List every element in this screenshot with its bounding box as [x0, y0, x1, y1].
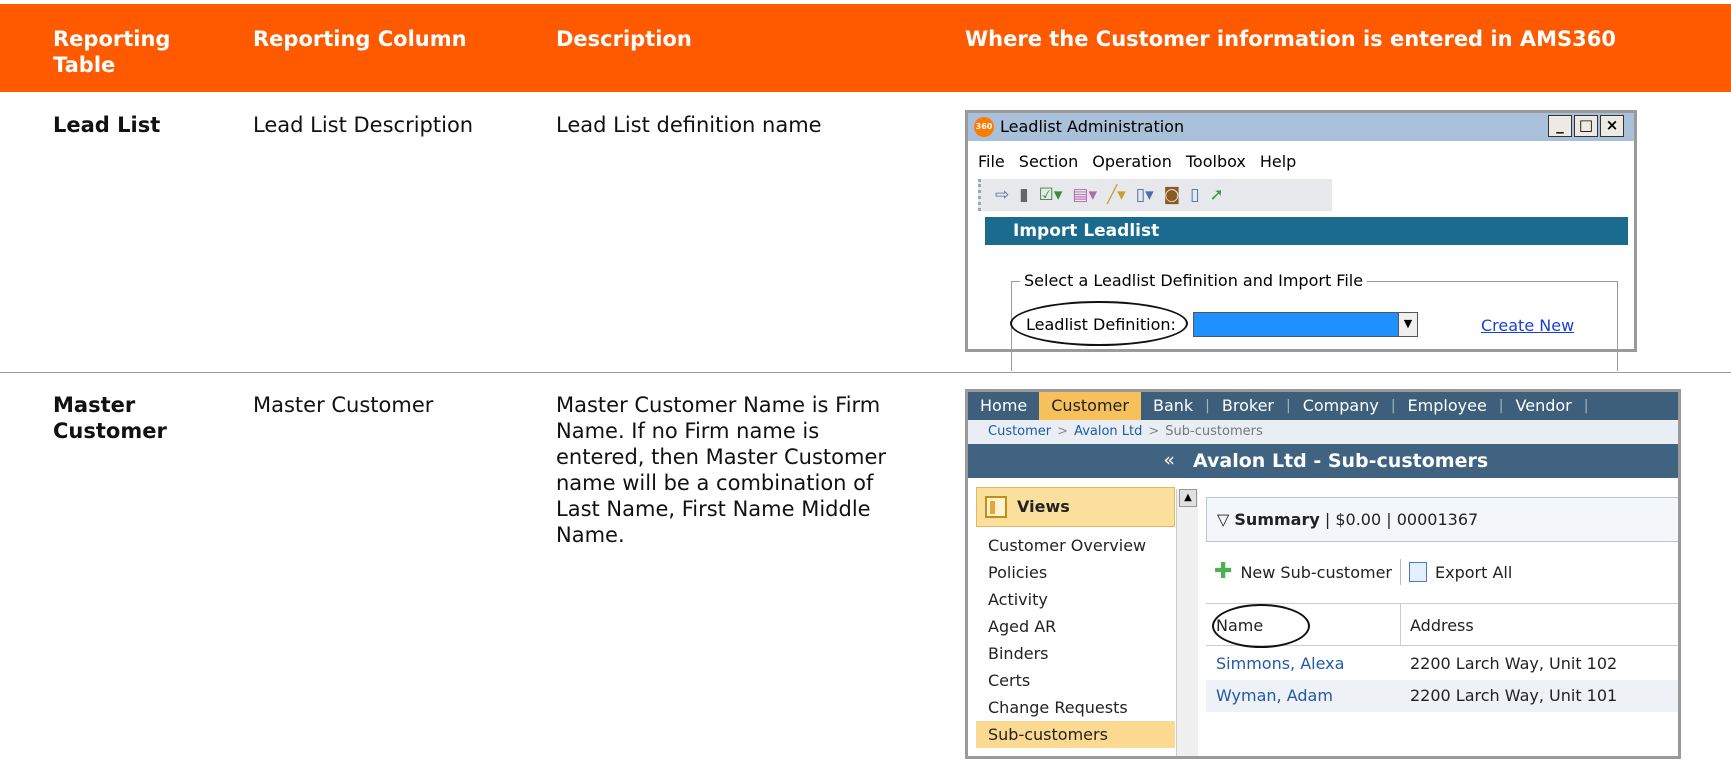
close-button[interactable]: × [1600, 115, 1624, 137]
checklist-icon[interactable]: ☑▾ [1039, 185, 1063, 205]
table-row[interactable]: Simmons, Alexa 2200 Larch Way, Unit 102 [1206, 648, 1678, 680]
header-reporting-column: Reporting Column [253, 27, 467, 51]
customer-name-link[interactable]: Simmons, Alexa [1216, 648, 1344, 680]
export-all-button[interactable]: Export All [1435, 563, 1512, 582]
pen-icon[interactable]: ╱▾ [1107, 185, 1126, 205]
summary-label: Summary [1234, 510, 1320, 529]
nav-company[interactable]: Company [1291, 392, 1391, 420]
menu-customer-overview[interactable]: Customer Overview [976, 532, 1175, 559]
menu-section[interactable]: Section [1019, 152, 1078, 171]
group-legend: Select a Leadlist Definition and Import … [1020, 271, 1368, 290]
window-controls: _ □ × [1548, 115, 1624, 137]
row1-description: Lead List definition name [556, 113, 822, 137]
phone-icon[interactable]: ▮ [1019, 185, 1028, 205]
book-icon[interactable]: ▤▾ [1072, 185, 1097, 205]
table-header: Reporting Table Reporting Column Descrip… [0, 4, 1731, 92]
column-divider [1400, 604, 1401, 646]
minimize-button[interactable]: _ [1548, 115, 1572, 137]
breadcrumb-customer[interactable]: Customer [988, 424, 1051, 439]
breadcrumb-separator: > [1148, 424, 1160, 439]
leadlist-definition-select[interactable]: ▼ [1193, 312, 1418, 337]
highlight-oval [1212, 604, 1310, 648]
breadcrumb: Customer > Avalon Ltd > Sub-customers [968, 420, 1678, 444]
leadlist-definition-label: Leadlist Definition: [1026, 315, 1176, 334]
window-title: Leadlist Administration [1000, 117, 1185, 136]
collapse-sidebar-button[interactable]: « [968, 444, 1183, 478]
menu-binders[interactable]: Binders [976, 640, 1175, 667]
menu-bar: File Section Operation Toolbox Help [978, 152, 1296, 171]
row2-reporting-column: Master Customer [253, 393, 434, 417]
binoculars-icon[interactable]: ◙ [1164, 185, 1181, 205]
customer-address: 2200 Larch Way, Unit 102 [1410, 654, 1618, 673]
plus-icon: ✚ [1214, 559, 1233, 584]
breadcrumb-avalon[interactable]: Avalon Ltd [1074, 424, 1142, 439]
table-row[interactable]: Wyman, Adam 2200 Larch Way, Unit 101 [1206, 680, 1678, 712]
top-nav: Home Customer Bank | Broker | Company | … [968, 392, 1678, 420]
views-panel-header[interactable]: Views [976, 487, 1175, 527]
breadcrumb-separator: > [1057, 424, 1069, 439]
page-title: Avalon Ltd - Sub-customers [1183, 444, 1678, 478]
scroll-up-icon[interactable]: ▲ [1179, 489, 1197, 507]
sub-customers-screenshot: Home Customer Bank | Broker | Company | … [965, 389, 1681, 759]
row2-reporting-table: Master Customer [53, 393, 167, 443]
summary-separator: | [1386, 510, 1392, 529]
window-titlebar: 360 Leadlist Administration _ □ × [968, 113, 1634, 141]
row1-reporting-table: Lead List [53, 113, 161, 137]
summary-id: 00001367 [1396, 510, 1479, 529]
header-reporting-table: Reporting Table [53, 27, 171, 77]
dropdown-arrow-icon[interactable]: ▼ [1398, 312, 1418, 337]
menu-help[interactable]: Help [1260, 152, 1296, 171]
nav-broker[interactable]: Broker [1210, 392, 1286, 420]
summary-amount: $0.00 [1335, 510, 1382, 529]
menu-operation[interactable]: Operation [1092, 152, 1172, 171]
nav-bank[interactable]: Bank [1141, 392, 1205, 420]
row-divider [0, 372, 1731, 373]
export-icon [1409, 562, 1427, 582]
import-icon[interactable]: ⇨ [995, 185, 1009, 205]
nav-separator: | [1583, 398, 1589, 414]
views-icon [985, 496, 1007, 518]
menu-certs[interactable]: Certs [976, 667, 1175, 694]
toolbar: ⇨ ▮ ☑▾ ▤▾ ╱▾ ▯▾ ◙ ▯ ➚ [978, 179, 1332, 211]
views-menu: Customer Overview Policies Activity Aged… [976, 532, 1175, 748]
action-separator [1400, 559, 1401, 585]
new-sub-customer-button[interactable]: New Sub-customer [1240, 563, 1392, 582]
exit-icon[interactable]: ➚ [1210, 185, 1224, 205]
breadcrumb-current: Sub-customers [1165, 424, 1263, 439]
header-where-entered: Where the Customer information is entere… [965, 27, 1616, 51]
summary-separator: | [1324, 510, 1331, 529]
menu-policies[interactable]: Policies [976, 559, 1175, 586]
maximize-button[interactable]: □ [1574, 115, 1598, 137]
menu-file[interactable]: File [978, 152, 1005, 171]
ams360-logo-icon: 360 [974, 117, 994, 137]
document-icon[interactable]: ▯▾ [1136, 185, 1154, 205]
page-icon[interactable]: ▯ [1190, 185, 1199, 205]
nav-employee[interactable]: Employee [1396, 392, 1499, 420]
create-new-link[interactable]: Create New [1481, 316, 1574, 335]
column-address-header[interactable]: Address [1410, 616, 1474, 635]
nav-home[interactable]: Home [968, 392, 1039, 420]
menu-aged-ar[interactable]: Aged AR [976, 613, 1175, 640]
menu-sub-customers[interactable]: Sub-customers [976, 721, 1175, 748]
action-bar: ✚ New Sub-customer Export All [1206, 554, 1678, 590]
customer-name-link[interactable]: Wyman, Adam [1216, 680, 1333, 712]
expand-triangle-icon[interactable]: ▽ [1217, 510, 1229, 529]
nav-customer[interactable]: Customer [1039, 392, 1141, 420]
views-label: Views [1017, 497, 1070, 516]
menu-toolbox[interactable]: Toolbox [1186, 152, 1246, 171]
menu-activity[interactable]: Activity [976, 586, 1175, 613]
nav-vendor[interactable]: Vendor [1504, 392, 1584, 420]
summary-bar[interactable]: ▽ Summary | $0.00 | 00001367 [1206, 497, 1678, 542]
customer-address: 2200 Larch Way, Unit 101 [1410, 686, 1618, 705]
row1-reporting-column: Lead List Description [253, 113, 474, 137]
sidebar-scrollbar[interactable]: ▲ [1176, 489, 1198, 756]
import-leadlist-header: Import Leadlist [985, 217, 1628, 245]
leadlist-admin-screenshot: 360 Leadlist Administration _ □ × File S… [965, 110, 1637, 371]
menu-change-requests[interactable]: Change Requests [976, 694, 1175, 721]
row2-description: Master Customer Name is Firm Name. If no… [556, 393, 887, 547]
header-description: Description [556, 27, 692, 51]
